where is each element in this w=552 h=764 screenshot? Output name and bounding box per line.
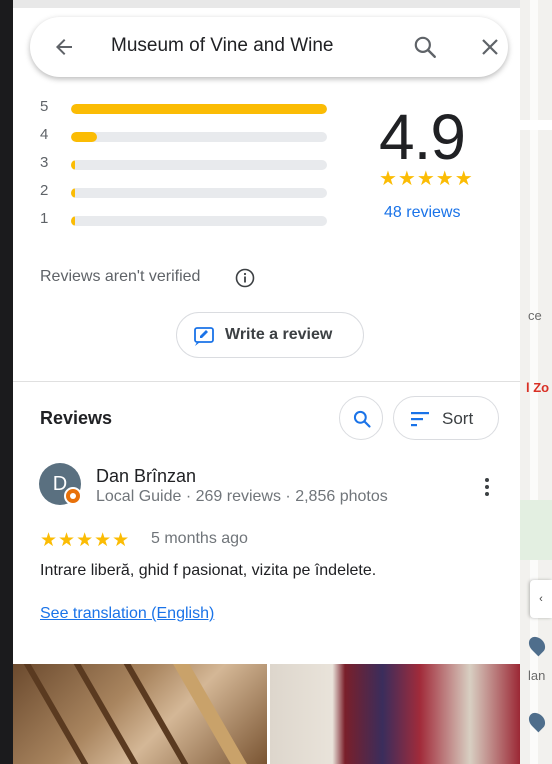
- map-label: ce: [528, 308, 542, 323]
- review-text: Intrare liberă, ghid f pasionat, vizita …: [40, 562, 377, 579]
- more-options-icon[interactable]: [479, 476, 495, 498]
- rating-bar-label: 4: [40, 126, 49, 143]
- map-road: [520, 120, 552, 130]
- section-divider: [13, 381, 520, 382]
- edit-review-icon: [194, 327, 214, 346]
- collapse-panel-button[interactable]: ‹: [530, 580, 552, 618]
- review-photo[interactable]: [13, 664, 267, 764]
- reviews-count-link[interactable]: 48 reviews: [384, 204, 460, 222]
- sort-label: Sort: [442, 409, 474, 428]
- review-time: 5 months ago: [151, 530, 248, 547]
- rating-bar-fill: [71, 216, 75, 226]
- sort-icon: [411, 412, 429, 427]
- rating-bar-fill: [71, 188, 75, 198]
- rating-bar-row[interactable]: 5: [37, 96, 337, 116]
- sort-button[interactable]: Sort: [393, 396, 499, 440]
- rating-bar-row[interactable]: 1: [37, 208, 337, 228]
- map-label: l Zo: [526, 380, 550, 395]
- back-arrow-icon[interactable]: [52, 35, 76, 59]
- rating-bar-track: [71, 132, 327, 142]
- rating-bar-row[interactable]: 3: [37, 152, 337, 172]
- rating-bar-track: [71, 160, 327, 170]
- search-input[interactable]: Museum of Vine and Wine: [111, 35, 334, 57]
- rating-bar-label: 5: [40, 98, 49, 115]
- review-photo[interactable]: [270, 664, 520, 764]
- rating-bar-row[interactable]: 2: [37, 180, 337, 200]
- panel-top-shade: [13, 0, 520, 8]
- see-translation-link[interactable]: See translation (English): [40, 605, 214, 623]
- close-icon[interactable]: [478, 35, 502, 59]
- search-icon[interactable]: [412, 34, 438, 60]
- rating-bar-fill: [71, 160, 75, 170]
- review-stars: ★★★★★: [40, 530, 131, 551]
- average-rating: 4.9: [379, 101, 466, 173]
- local-guide-badge-icon: [64, 487, 82, 505]
- write-review-button[interactable]: Write a review: [176, 312, 364, 358]
- average-rating-stars: ★★★★★: [379, 168, 474, 190]
- reviewer-meta: Local Guide · 269 reviews · 2,856 photos: [96, 488, 388, 505]
- rating-bar-track: [71, 188, 327, 198]
- map-view[interactable]: ce l Zo ‹ lan: [520, 0, 552, 764]
- search-reviews-button[interactable]: [339, 396, 383, 440]
- map-label: lan: [528, 668, 546, 683]
- rating-bar-fill: [71, 132, 97, 142]
- reviews-section-title: Reviews: [40, 408, 113, 428]
- rating-bar-label: 2: [40, 182, 49, 199]
- info-icon[interactable]: [235, 268, 255, 288]
- place-panel: Museum of Vine and Wine 5 4 3 2 1 4.9 ★★…: [13, 0, 520, 764]
- rating-bar-track: [71, 216, 327, 226]
- reviews-not-verified-notice: Reviews aren't verified: [40, 268, 201, 285]
- rating-bar-track: [71, 104, 327, 114]
- write-review-label: Write a review: [225, 326, 333, 343]
- rating-bar-label: 1: [40, 210, 49, 227]
- search-bar[interactable]: Museum of Vine and Wine: [30, 17, 508, 77]
- reviewer-name[interactable]: Dan Brînzan: [96, 466, 196, 487]
- rating-bar-label: 3: [40, 154, 49, 171]
- chevron-left-icon: ‹: [539, 593, 543, 605]
- search-icon: [353, 410, 371, 428]
- map-park-area: [520, 500, 552, 560]
- rating-bar-row[interactable]: 4: [37, 124, 337, 144]
- rating-bar-fill: [71, 104, 327, 114]
